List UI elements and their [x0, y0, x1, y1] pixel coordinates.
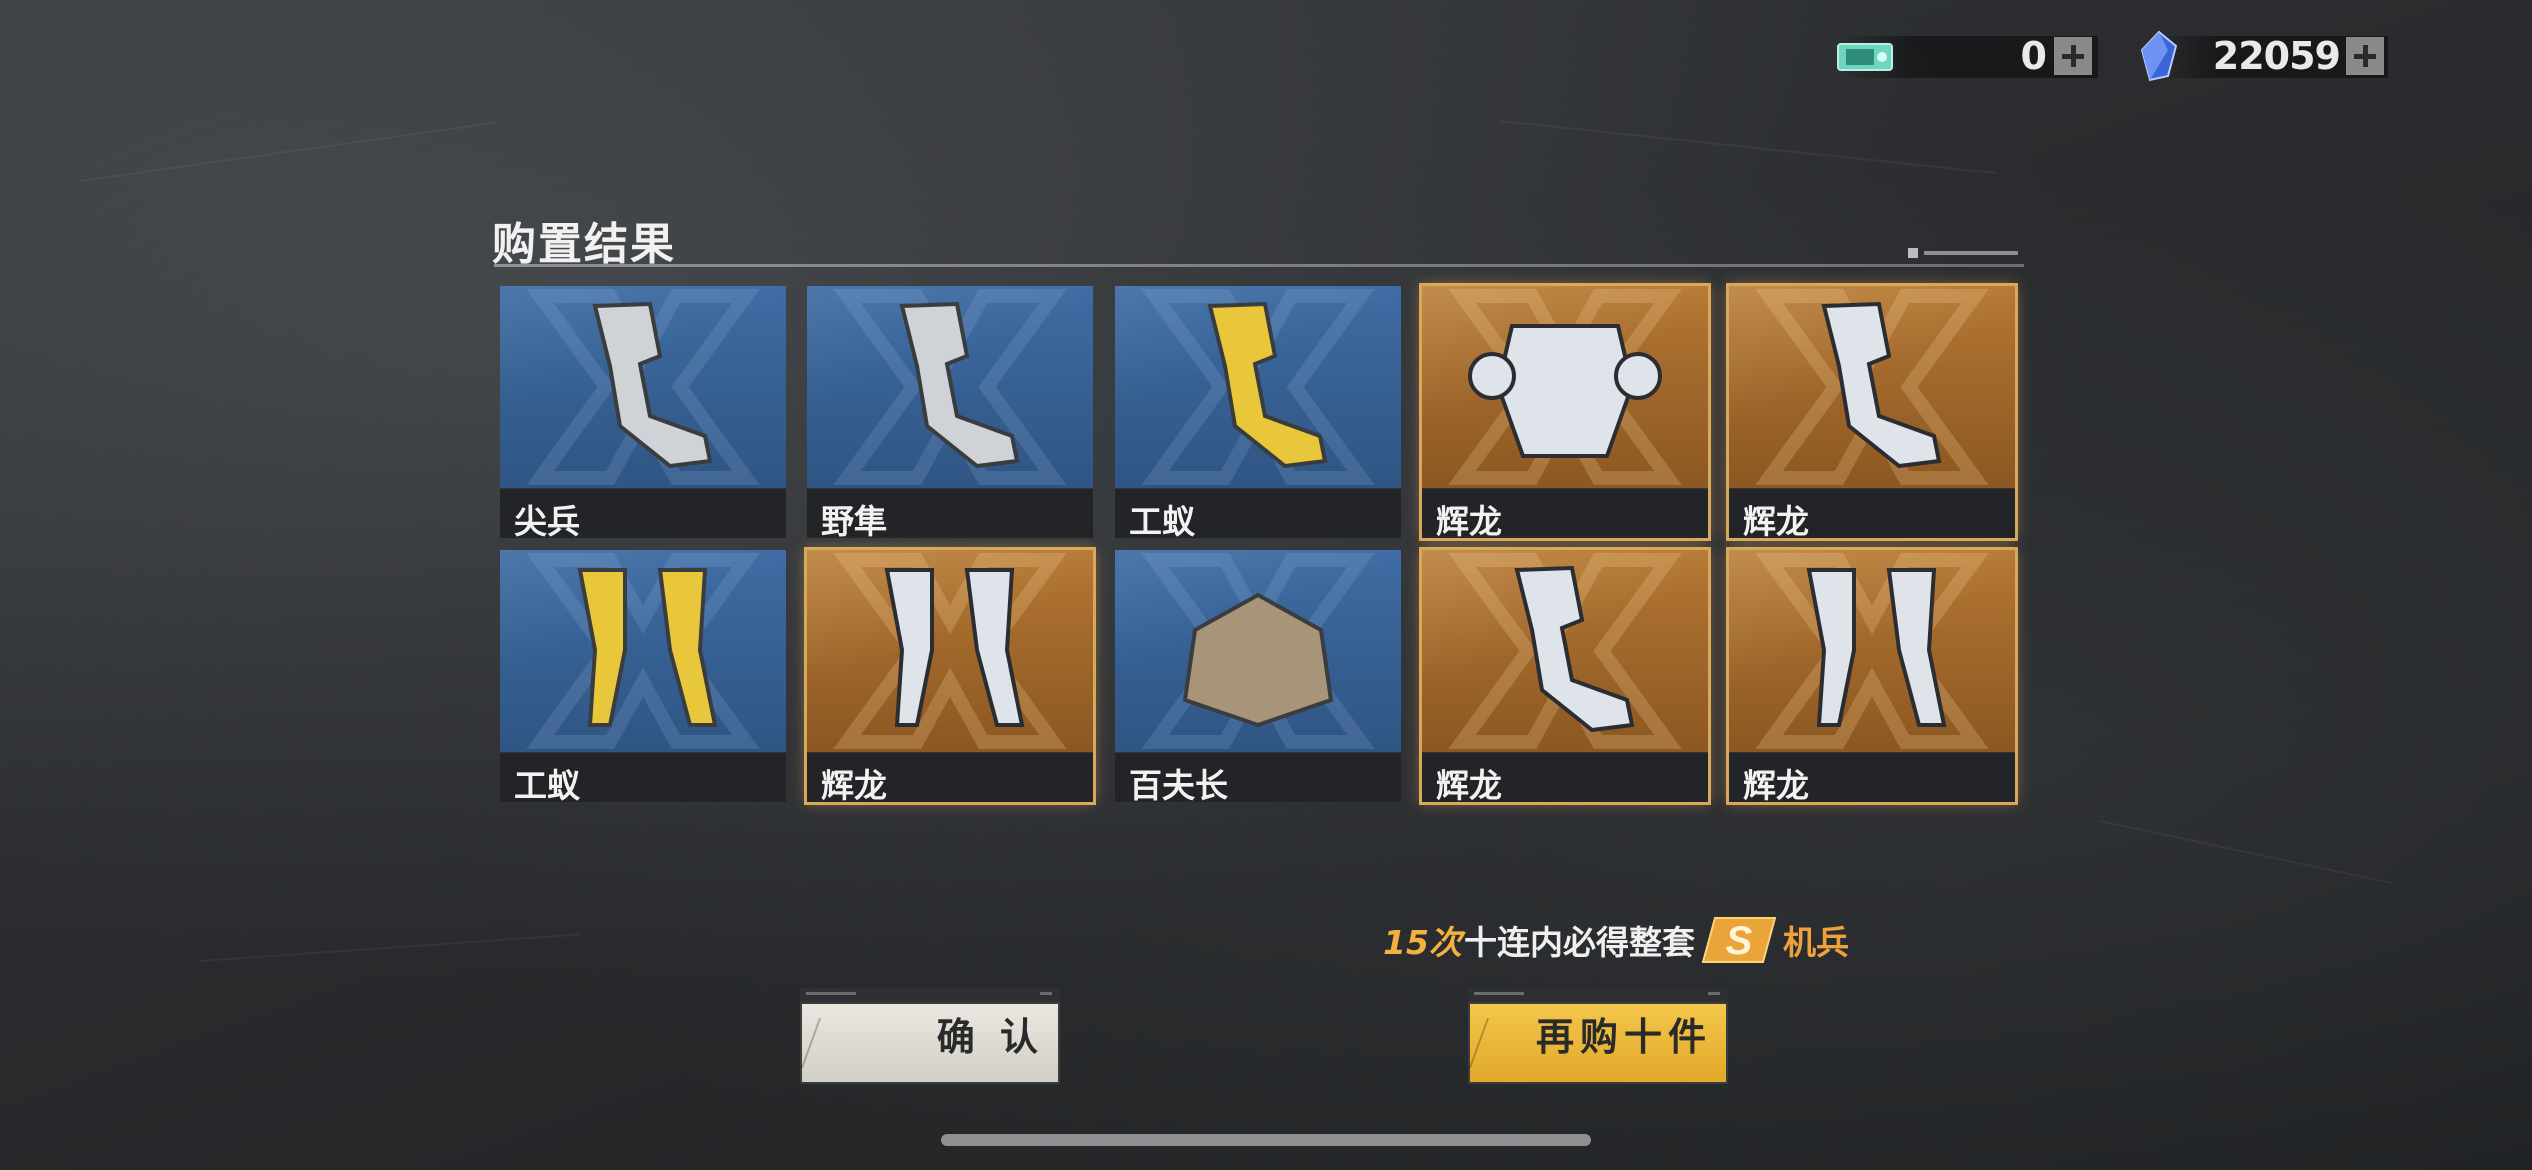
mech-torso-icon: [1468, 324, 1662, 458]
result-card[interactable]: 辉龙: [1729, 550, 2015, 802]
item-name: 尖兵: [514, 502, 580, 538]
item-name: 工蚁: [514, 766, 580, 802]
add-crystal-button[interactable]: [2346, 37, 2384, 75]
item-name: 辉龙: [1436, 766, 1502, 802]
mech-arm-icon: [1821, 301, 1942, 469]
item-name: 百夫长: [1129, 766, 1228, 802]
item-name: 工蚁: [1129, 502, 1195, 538]
result-card[interactable]: 百夫长: [1115, 550, 1401, 802]
result-card[interactable]: 野隼: [807, 286, 1093, 538]
mech-arm-icon: [899, 301, 1020, 469]
result-card[interactable]: 尖兵: [500, 286, 786, 538]
mech-legs-icon: [577, 568, 718, 727]
ticket-icon: [1837, 43, 1893, 71]
mech-head-icon: [1182, 592, 1334, 728]
confirm-label: 确 认: [936, 1015, 1044, 1059]
guarantee-text: 十连内必得整套: [1463, 923, 1695, 962]
mech-legs-icon: [1806, 568, 1947, 727]
s-rank-badge-icon: S: [1701, 917, 1777, 963]
item-name: 辉龙: [1743, 502, 1809, 538]
result-card[interactable]: 辉龙: [1422, 286, 1708, 538]
mech-legs-icon: [884, 568, 1025, 727]
item-name: 辉龙: [821, 766, 887, 802]
mech-arm-icon: [592, 301, 713, 469]
crystal-count: 22059: [2212, 34, 2341, 78]
crystal-icon: [2140, 30, 2178, 82]
item-name: 野隼: [821, 502, 887, 538]
guarantee-count: 15次: [1383, 923, 1462, 962]
home-indicator[interactable]: [941, 1134, 1591, 1146]
buy-ten-again-label: 再购十件: [1535, 1015, 1712, 1059]
confirm-button[interactable]: 确 认: [800, 988, 1060, 1084]
mech-arm-icon: [1207, 301, 1328, 469]
buy-ten-again-button[interactable]: 再购十件: [1468, 988, 1728, 1084]
title-divider: [494, 264, 2024, 267]
result-card[interactable]: 辉龙: [1729, 286, 2015, 538]
guarantee-tail: 机兵: [1782, 923, 1849, 962]
item-name: 辉龙: [1436, 502, 1502, 538]
result-card[interactable]: 辉龙: [1422, 550, 1708, 802]
mech-arm-icon: [1514, 565, 1635, 733]
page-title: 购置结果: [492, 219, 676, 270]
guarantee-banner: 15次 十连内必得整套 S 机兵: [1383, 914, 1849, 966]
title-decoration: [1908, 248, 2018, 258]
result-card[interactable]: 辉龙: [807, 550, 1093, 802]
result-card[interactable]: 工蚁: [1115, 286, 1401, 538]
add-ticket-button[interactable]: [2054, 37, 2092, 75]
result-card[interactable]: 工蚁: [500, 550, 786, 802]
item-name: 辉龙: [1743, 766, 1809, 802]
ticket-count: 0: [2020, 34, 2047, 78]
svg-text:S: S: [1726, 919, 1753, 963]
